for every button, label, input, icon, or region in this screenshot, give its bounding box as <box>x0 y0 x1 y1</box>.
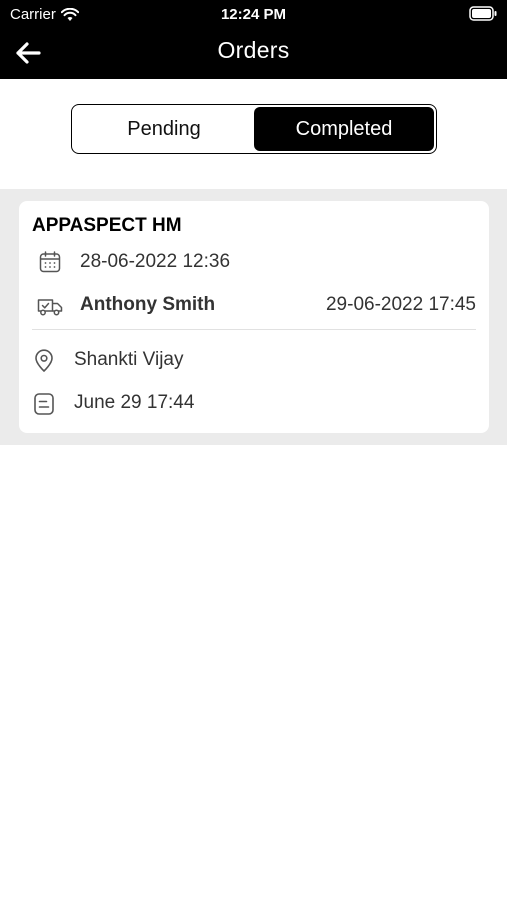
order-note: June 29 17:44 <box>74 392 195 413</box>
battery-icon <box>469 6 497 21</box>
orders-list: APPASPECT HM 28-06-2022 12:36 Anthony Sm… <box>0 189 507 445</box>
calendar-icon <box>37 249 63 275</box>
status-bar: Carrier 12:24 PM <box>0 0 507 28</box>
status-time: 12:24 PM <box>220 6 287 23</box>
note-icon <box>31 391 57 417</box>
order-date: 28-06-2022 12:36 <box>80 251 231 272</box>
order-status-segmented-control: Pending Completed <box>71 104 437 154</box>
tab-completed[interactable]: Completed <box>254 107 434 151</box>
customer-name: APPASPECT HM <box>32 215 182 236</box>
location-name: Shankti Vijay <box>74 349 184 370</box>
location-pin-icon <box>31 348 57 374</box>
page-title: Orders <box>217 37 290 63</box>
delivery-truck-icon <box>37 293 63 319</box>
card-divider <box>32 329 476 330</box>
app-header: Carrier 12:24 PM Orders <box>0 0 507 79</box>
nav-bar: Orders <box>0 28 507 79</box>
delivery-person: Anthony Smith <box>80 294 216 315</box>
delivery-date: 29-06-2022 17:45 <box>325 294 476 315</box>
tab-pending[interactable]: Pending <box>74 107 254 151</box>
order-card[interactable]: APPASPECT HM 28-06-2022 12:36 Anthony Sm… <box>19 201 489 433</box>
